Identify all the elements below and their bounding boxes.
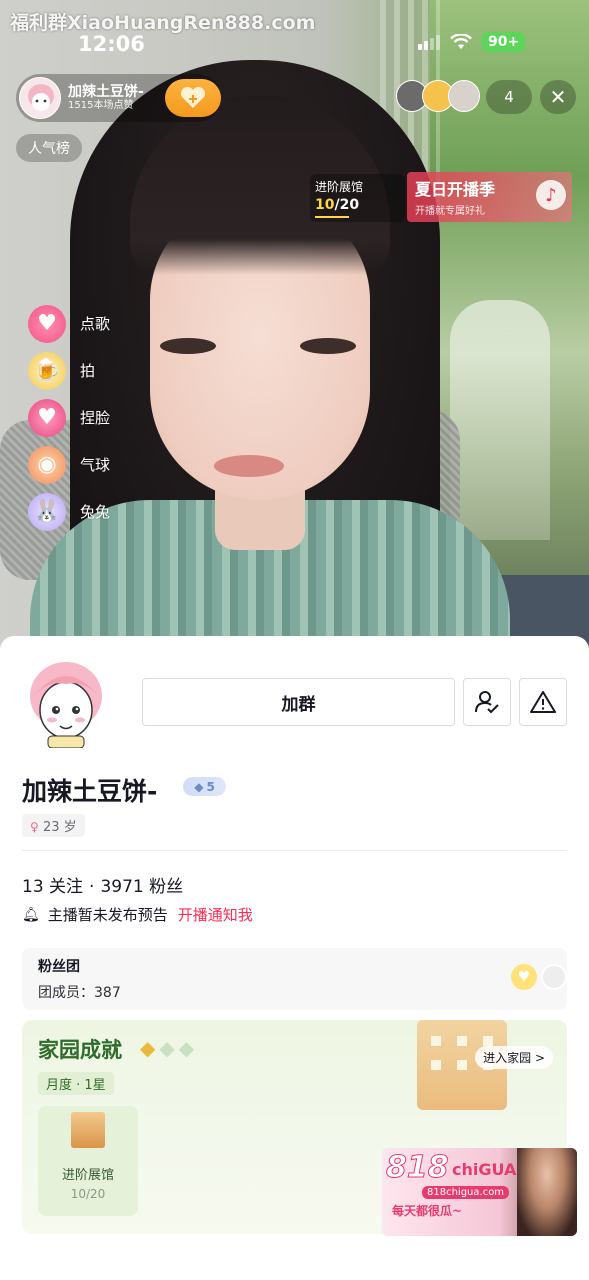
interaction-balloon[interactable]: ◉ 气球 bbox=[28, 441, 110, 488]
fan-club-card[interactable]: 粉丝团 团成员：387 ♥ bbox=[22, 948, 567, 1010]
summer-event-banner[interactable]: 夏日开播季 开播就专属好礼 ♪ bbox=[407, 172, 572, 222]
home-item-name: 进阶展馆 bbox=[61, 1168, 114, 1183]
streamer-eye-right bbox=[300, 338, 356, 354]
close-button[interactable]: ✕ bbox=[540, 80, 576, 114]
warning-icon bbox=[530, 691, 556, 713]
schedule-notice: 🔔︎ 主播暂未发布预告 开播通知我 bbox=[22, 904, 253, 925]
close-icon: ✕ bbox=[549, 85, 567, 109]
female-icon: ♀ bbox=[30, 820, 39, 834]
ad-brand: 818 bbox=[386, 1150, 450, 1186]
home-achievement-item[interactable]: 进阶展馆 10/20 bbox=[38, 1106, 138, 1216]
avatar-illustration-icon bbox=[20, 78, 60, 118]
status-icons: 90+ bbox=[418, 32, 526, 52]
interaction-bunny[interactable]: 🐰 兔兔 bbox=[28, 488, 110, 535]
avatar-illustration-icon bbox=[30, 662, 102, 749]
music-note-icon: ♪ bbox=[536, 180, 566, 210]
advance-hall-progress-bar bbox=[315, 216, 349, 218]
watermark: 福利群XiaoHuangRen888.com bbox=[10, 12, 316, 34]
diamond-icon: ◆ bbox=[194, 779, 204, 794]
enter-home-button[interactable]: 进入家园 > bbox=[475, 1046, 553, 1069]
badge-icon bbox=[541, 964, 567, 990]
interaction-label: 捏脸 bbox=[80, 409, 111, 427]
viewer-count[interactable]: 4 bbox=[486, 80, 532, 114]
viewer-avatar[interactable] bbox=[448, 80, 480, 112]
follow-status-button[interactable] bbox=[463, 678, 511, 726]
interaction-label: 气球 bbox=[80, 456, 111, 474]
signal-icon bbox=[418, 34, 440, 50]
ad-slogan: 每天都很瓜~ bbox=[392, 1204, 463, 1218]
building-icon bbox=[71, 1112, 105, 1148]
advance-hall-progress: 10/20 bbox=[315, 197, 360, 213]
status-time: 12:06 bbox=[78, 32, 145, 56]
fan-club-members: 团成员：387 bbox=[38, 985, 121, 1001]
host-avatar[interactable] bbox=[19, 77, 61, 119]
profile-avatar[interactable] bbox=[24, 656, 108, 749]
ad-banner[interactable]: 818 chiGUA 818chigua.com 每天都很瓜~ bbox=[382, 1148, 577, 1236]
top-viewers[interactable] bbox=[396, 80, 480, 112]
battery-indicator: 90+ bbox=[482, 32, 526, 52]
level-badge: ◆ 5 bbox=[183, 777, 226, 796]
notice-text: 主播暂未发布预告 bbox=[47, 906, 168, 924]
follow-stats[interactable]: 13 关注 · 3971 粉丝 bbox=[22, 872, 183, 897]
streamer-eye-left bbox=[160, 338, 216, 354]
notify-me-link[interactable]: 开播通知我 bbox=[178, 904, 253, 925]
report-button[interactable] bbox=[519, 678, 567, 726]
home-item-count: 10/20 bbox=[70, 1187, 106, 1201]
age-tag: ♀ 23 岁 bbox=[22, 814, 85, 837]
interaction-label: 点歌 bbox=[80, 315, 111, 333]
heart-icon: ♥ bbox=[28, 304, 66, 343]
popularity-rank-button[interactable]: 人气榜 bbox=[16, 134, 82, 162]
interaction-label: 拍 bbox=[80, 362, 96, 380]
bell-icon: 🔔︎ bbox=[22, 906, 40, 923]
wifi-icon bbox=[450, 34, 472, 49]
streamer-lips bbox=[214, 455, 284, 477]
profile-name: 加辣土豆饼- bbox=[22, 777, 158, 806]
ad-image bbox=[517, 1148, 577, 1236]
host-likes: 1515本场点赞 bbox=[68, 100, 134, 112]
join-group-button[interactable]: 加群 bbox=[142, 678, 455, 726]
interaction-label: 兔兔 bbox=[80, 503, 111, 521]
divider bbox=[22, 850, 567, 851]
star-filled-icon: ◆ bbox=[140, 1036, 156, 1060]
ad-brand-2: chiGUA bbox=[452, 1160, 517, 1179]
ad-site: 818chigua.com bbox=[422, 1186, 510, 1199]
heart-badge-icon bbox=[180, 87, 206, 108]
beer-icon: 🍺 bbox=[28, 351, 66, 390]
heart-badge-icon: ♥ bbox=[511, 964, 537, 990]
heart-face-icon: ♥ bbox=[28, 398, 66, 437]
balloon-icon: ◉ bbox=[28, 445, 66, 484]
fan-club-join-button[interactable] bbox=[165, 79, 221, 117]
interaction-menu: ♥ 点歌 🍺 拍 ♥ 捏脸 ◉ 气球 🐰 兔兔 bbox=[28, 300, 110, 535]
star-empty-icon: ◆ bbox=[159, 1036, 175, 1060]
host-name: 加辣土豆饼- bbox=[68, 84, 144, 101]
fan-club-title: 粉丝团 bbox=[38, 959, 80, 975]
interaction-song-request[interactable]: ♥ 点歌 bbox=[28, 300, 110, 347]
star-empty-icon: ◆ bbox=[178, 1036, 195, 1060]
interaction-pat[interactable]: 🍺 拍 bbox=[28, 347, 110, 394]
interaction-pinch-face[interactable]: ♥ 捏脸 bbox=[28, 394, 110, 441]
advance-hall-widget[interactable]: 进阶展馆 10/20 bbox=[310, 174, 405, 222]
user-check-icon bbox=[475, 691, 499, 714]
home-title: 家园成就 bbox=[38, 1038, 122, 1062]
home-period-tag: 月度 · 1星 bbox=[38, 1072, 114, 1095]
home-stars: ◆ ◆ ◆ bbox=[140, 1036, 194, 1060]
bunny-icon: 🐰 bbox=[28, 492, 66, 531]
advance-hall-title: 进阶展馆 bbox=[315, 180, 364, 194]
fan-club-badges: ♥ bbox=[511, 964, 567, 990]
